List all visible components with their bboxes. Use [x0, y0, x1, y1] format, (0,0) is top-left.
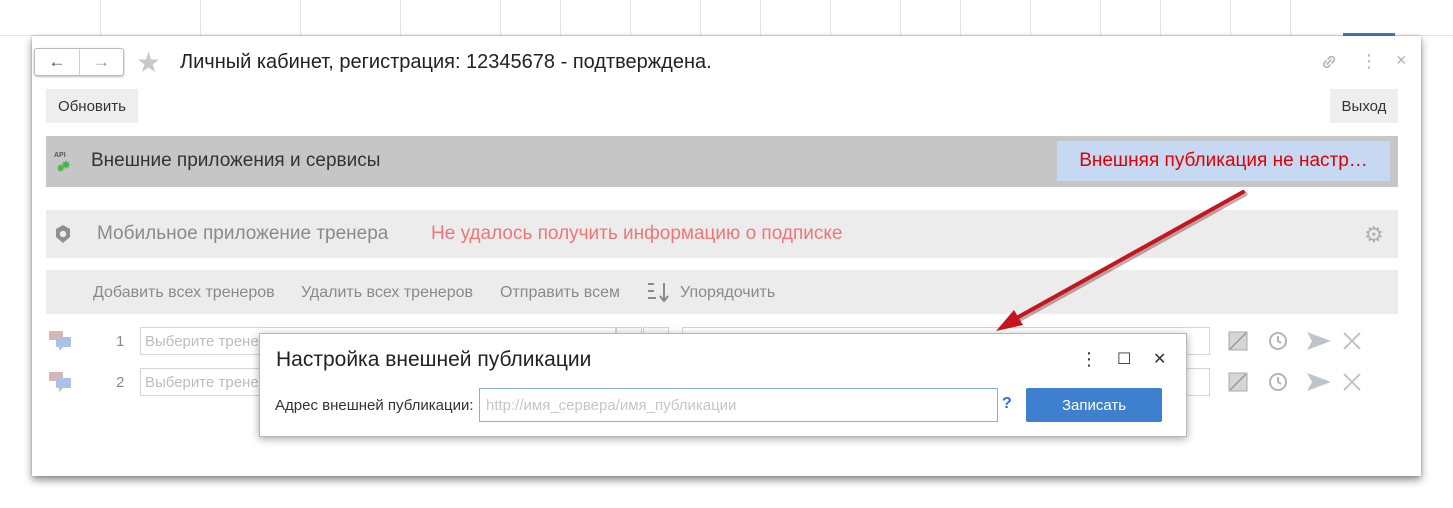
strip-divider [760, 0, 761, 36]
background-app-strip [0, 0, 1453, 36]
sort-button[interactable]: Упорядочить [680, 284, 775, 302]
dialog-close-icon[interactable]: ✕ [1153, 349, 1166, 369]
gear-icon[interactable]: ⚙ [1364, 222, 1384, 248]
strip-divider [500, 0, 501, 36]
disabled-image-icon[interactable] [1226, 329, 1250, 353]
strip-divider [1030, 0, 1031, 36]
sort-icon[interactable] [646, 280, 672, 304]
strip-divider [1230, 0, 1231, 36]
publication-warning-link[interactable]: Внешняя публикация не настр… [1057, 141, 1390, 181]
strip-divider [300, 0, 301, 36]
strip-divider [630, 0, 631, 36]
subscription-error-text: Не удалось получить информацию о подписк… [431, 223, 843, 244]
external-services-panel[interactable]: API ✸ ✸ Внешние приложения и сервисы Внеш… [46, 136, 1398, 187]
clock-icon[interactable] [1266, 370, 1290, 394]
mobile-app-panel[interactable]: Мобильное приложение тренера Не удалось … [46, 210, 1398, 258]
strip-divider [960, 0, 961, 36]
dialog-more-icon[interactable]: ⋮ [1080, 349, 1098, 370]
remove-all-trainers-button[interactable]: Удалить всех тренеров [301, 284, 473, 302]
link-icon[interactable] [1319, 52, 1339, 77]
delete-icon[interactable] [1340, 370, 1364, 394]
clock-icon[interactable] [1266, 329, 1290, 353]
publication-address-input[interactable] [479, 388, 998, 422]
back-button[interactable]: ← [35, 49, 79, 75]
forward-button[interactable]: → [78, 49, 123, 75]
send-all-button[interactable]: Отправить всем [500, 284, 620, 302]
delete-icon[interactable] [1340, 329, 1364, 353]
exit-button[interactable]: Выход [1330, 89, 1398, 123]
chat-icon[interactable] [48, 329, 74, 353]
add-all-trainers-button[interactable]: Добавить всех тренеров [93, 284, 275, 302]
strip-divider [560, 0, 561, 36]
strip-divider [1290, 0, 1291, 36]
disabled-image-icon[interactable] [1226, 370, 1250, 394]
dialog-title: Настройка внешней публикации [276, 348, 592, 371]
row-number: 2 [116, 374, 125, 391]
strip-divider [200, 0, 201, 36]
window-title: Личный кабинет, регистрация: 12345678 - … [180, 51, 712, 73]
strip-divider [900, 0, 901, 36]
strip-divider [700, 0, 701, 36]
mobile-app-label: Мобильное приложение тренера [97, 223, 389, 244]
more-icon[interactable]: ⋮ [1360, 51, 1378, 72]
row-number: 1 [116, 333, 125, 350]
api-gears-icon: API ✸ ✸ [54, 152, 72, 175]
help-link[interactable]: ? [1002, 395, 1012, 413]
strip-divider [1160, 0, 1161, 36]
send-icon[interactable] [1304, 370, 1334, 394]
window-close-icon[interactable]: × [1396, 50, 1407, 71]
save-button[interactable]: Записать [1026, 388, 1162, 422]
dialog-maximize-icon[interactable]: ☐ [1117, 349, 1131, 369]
favorite-star-icon[interactable]: ★ [136, 49, 161, 77]
nav-buttons: ← → [34, 48, 124, 76]
chat-icon[interactable] [48, 370, 74, 394]
strip-divider [1100, 0, 1101, 36]
strip-divider [400, 0, 401, 36]
publication-address-label: Адрес внешней публикации: [275, 397, 474, 414]
external-publication-dialog: Настройка внешней публикации ⋮ ☐ ✕ Адрес… [259, 333, 1187, 437]
strip-divider [830, 0, 831, 36]
external-services-label: Внешние приложения и сервисы [91, 150, 381, 171]
send-icon[interactable] [1304, 329, 1334, 353]
mobile-app-icon [54, 224, 72, 244]
trainers-command-bar: Добавить всех тренеров Удалить всех трен… [46, 270, 1398, 314]
strip-divider [100, 0, 101, 36]
refresh-button[interactable]: Обновить [46, 89, 138, 123]
